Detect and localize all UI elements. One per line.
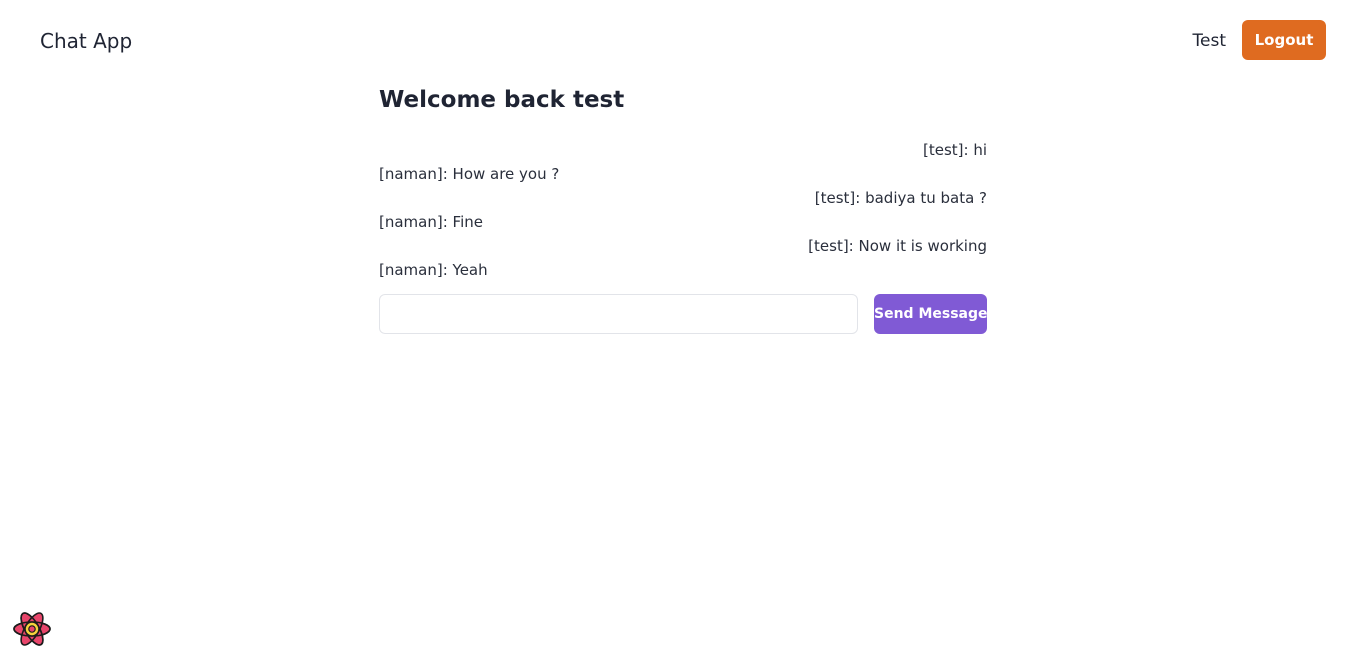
react-atom-icon (13, 612, 51, 646)
logout-button[interactable]: Logout (1242, 20, 1326, 60)
current-user-name: Test (1192, 31, 1226, 51)
message-composer: Send Message (379, 294, 988, 334)
message-item: [test]: Now it is working (808, 237, 987, 255)
message-list: [test]: hi [naman]: How are you ? [test]… (379, 138, 987, 282)
welcome-heading: Welcome back test (379, 87, 625, 113)
page: Chat App Test Logout Welcome back test [… (0, 0, 1366, 660)
navbar: Chat App Test Logout (0, 0, 1366, 80)
react-devtools-icon[interactable] (12, 609, 52, 649)
chat-panel: Welcome back test [test]: hi [naman]: Ho… (379, 84, 988, 334)
send-message-button[interactable]: Send Message (874, 294, 988, 334)
message-item: [naman]: Fine (379, 213, 483, 231)
app-brand[interactable]: Chat App (40, 29, 132, 53)
message-input[interactable] (379, 294, 858, 334)
message-item: [test]: hi (922, 141, 987, 159)
message-item: [naman]: Yeah (379, 261, 488, 279)
message-item: [test]: badiya tu bata ? (814, 189, 987, 207)
message-item: [naman]: How are you ? (379, 165, 560, 183)
